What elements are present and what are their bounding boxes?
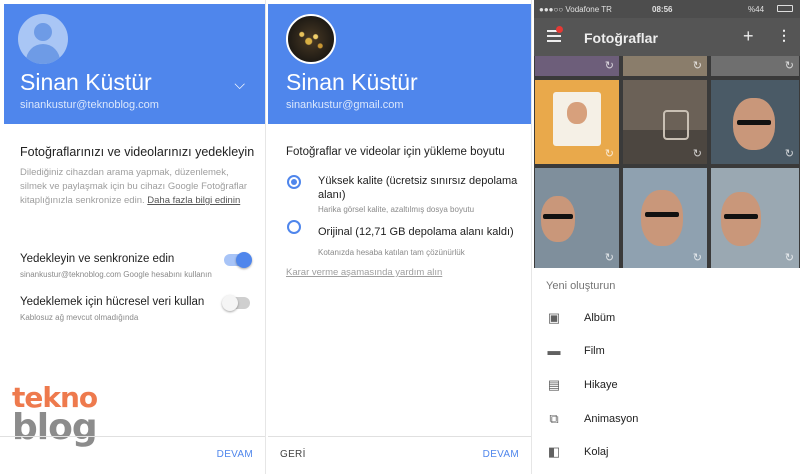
add-icon[interactable]: + (743, 26, 754, 47)
avatar (18, 14, 68, 64)
photo-grid: ↻ ↻ ↻ ↻ ↻ ↻ ↻ ↻ ↻ (534, 56, 800, 268)
status-bar: ●●●○○ Vodafone TR 08:56 %44 (534, 0, 800, 18)
album-icon: ▣ (547, 310, 561, 325)
account-header[interactable]: Sinan Küstür ⌵ sinankustur@teknoblog.com (4, 4, 265, 124)
sync-icon: ↻ (784, 60, 794, 72)
original-radio[interactable] (287, 220, 301, 234)
next-button[interactable]: DEVAM (217, 449, 253, 460)
backup-description: Dilediğiniz cihazdan arama yapmak, düzen… (20, 166, 250, 208)
photo-thumbnail[interactable]: ↻ (711, 80, 799, 164)
photo-thumbnail[interactable]: ↻ (711, 168, 799, 268)
backup-sync-sub: sinankustur@teknoblog.com Google hesabın… (20, 270, 212, 279)
notification-dot (556, 26, 563, 33)
app-title: Fotoğraflar (584, 30, 658, 46)
create-story-item[interactable]: ▤ Hikaye (534, 372, 800, 402)
photos-create-screen: ●●●○○ Vodafone TR 08:56 %44 Fotoğraflar … (534, 0, 800, 474)
cellular-data-label: Yedeklemek için hücresel veri kullan (20, 296, 205, 308)
animation-icon: ⧉ (549, 411, 559, 426)
menu-item-label: Hikaye (584, 379, 618, 391)
menu-item-label: Albüm (584, 312, 616, 324)
backup-sync-toggle[interactable] (224, 252, 252, 268)
collage-icon: ◧ (547, 444, 561, 459)
original-label: Orijinal (12,71 GB depolama alanı kaldı) (318, 226, 514, 238)
help-link[interactable]: Karar verme aşamasında yardım alın (286, 267, 442, 278)
battery-icon (777, 5, 793, 12)
clock-text: 08:56 (652, 5, 673, 14)
sync-icon: ↻ (692, 60, 702, 72)
back-button[interactable]: GERİ (280, 449, 306, 460)
learn-more-link[interactable]: Daha fazla bilgi edinin (147, 195, 240, 206)
sheet-title: Yeni oluşturun (546, 280, 616, 292)
backup-setup-screen: Sinan Küstür ⌵ sinankustur@teknoblog.com… (0, 0, 266, 474)
account-email: sinankustur@gmail.com (286, 99, 404, 111)
section-title: Fotoğraflar ve videolar için yükleme boy… (286, 146, 505, 158)
backup-sync-label: Yedekleyin ve senkronize edin (20, 253, 175, 265)
photo-thumbnail[interactable]: ↻ (623, 56, 707, 76)
high-quality-label: Yüksek kalite (ücretsiz sınırsız depolam… (318, 175, 518, 201)
original-sub: Kotanızda hesaba katılan tam çözünürlük (318, 248, 465, 257)
battery-text: %44 (748, 5, 765, 14)
app-bar: Fotoğraflar + ⋮ (534, 18, 800, 56)
sync-icon: ↻ (784, 252, 794, 264)
footer-bar: DEVAM (0, 436, 265, 474)
photo-thumbnail[interactable]: ↻ (623, 80, 707, 164)
account-header[interactable]: Sinan Küstür sinankustur@gmail.com (268, 4, 531, 124)
menu-item-label: Kolaj (584, 446, 609, 458)
account-name: Sinan Küstür (286, 69, 418, 95)
high-quality-radio[interactable] (287, 175, 301, 189)
cellular-data-toggle[interactable] (222, 295, 250, 311)
high-quality-sub: Harika görsel kalite, azaltılmış dosya b… (318, 205, 475, 214)
cellular-data-sub: Kablosuz ağ mevcut olmadığında (20, 313, 139, 322)
sync-icon: ↻ (784, 148, 794, 160)
create-animation-item[interactable]: ⧉ Animasyon (534, 406, 800, 436)
photo-thumbnail[interactable]: ↻ (535, 168, 619, 268)
sync-icon: ↻ (692, 148, 702, 160)
create-film-item[interactable]: ▬ Film (534, 338, 800, 368)
film-icon: ▬ (547, 343, 561, 358)
sync-icon: ↻ (604, 148, 614, 160)
upload-size-screen: Sinan Küstür sinankustur@gmail.com Fotoğ… (268, 0, 532, 474)
sync-icon: ↻ (604, 60, 614, 72)
menu-item-label: Animasyon (584, 413, 639, 425)
sync-icon: ↻ (692, 252, 702, 264)
menu-item-label: Film (584, 345, 605, 357)
account-email: sinankustur@teknoblog.com (20, 99, 159, 111)
next-button[interactable]: DEVAM (483, 449, 519, 460)
section-title: Fotoğraflarınızı ve videolarınızı yedekl… (20, 145, 255, 159)
photo-thumbnail[interactable]: ↻ (535, 56, 619, 76)
sync-icon: ↻ (604, 252, 614, 264)
story-icon: ▤ (547, 377, 561, 392)
footer-bar: GERİ DEVAM (268, 436, 531, 474)
photo-thumbnail[interactable]: ↻ (535, 80, 619, 164)
photo-thumbnail[interactable]: ↻ (623, 168, 707, 268)
carrier-text: ●●●○○ Vodafone TR (539, 5, 612, 14)
photo-thumbnail[interactable]: ↻ (711, 56, 799, 76)
chevron-down-icon[interactable]: ⌵ (234, 76, 245, 93)
create-collage-item[interactable]: ◧ Kolaj (534, 439, 800, 469)
more-options-icon[interactable]: ⋮ (777, 27, 791, 44)
account-name: Sinan Küstür (20, 69, 152, 95)
avatar (286, 14, 336, 64)
create-album-item[interactable]: ▣ Albüm (534, 305, 800, 335)
